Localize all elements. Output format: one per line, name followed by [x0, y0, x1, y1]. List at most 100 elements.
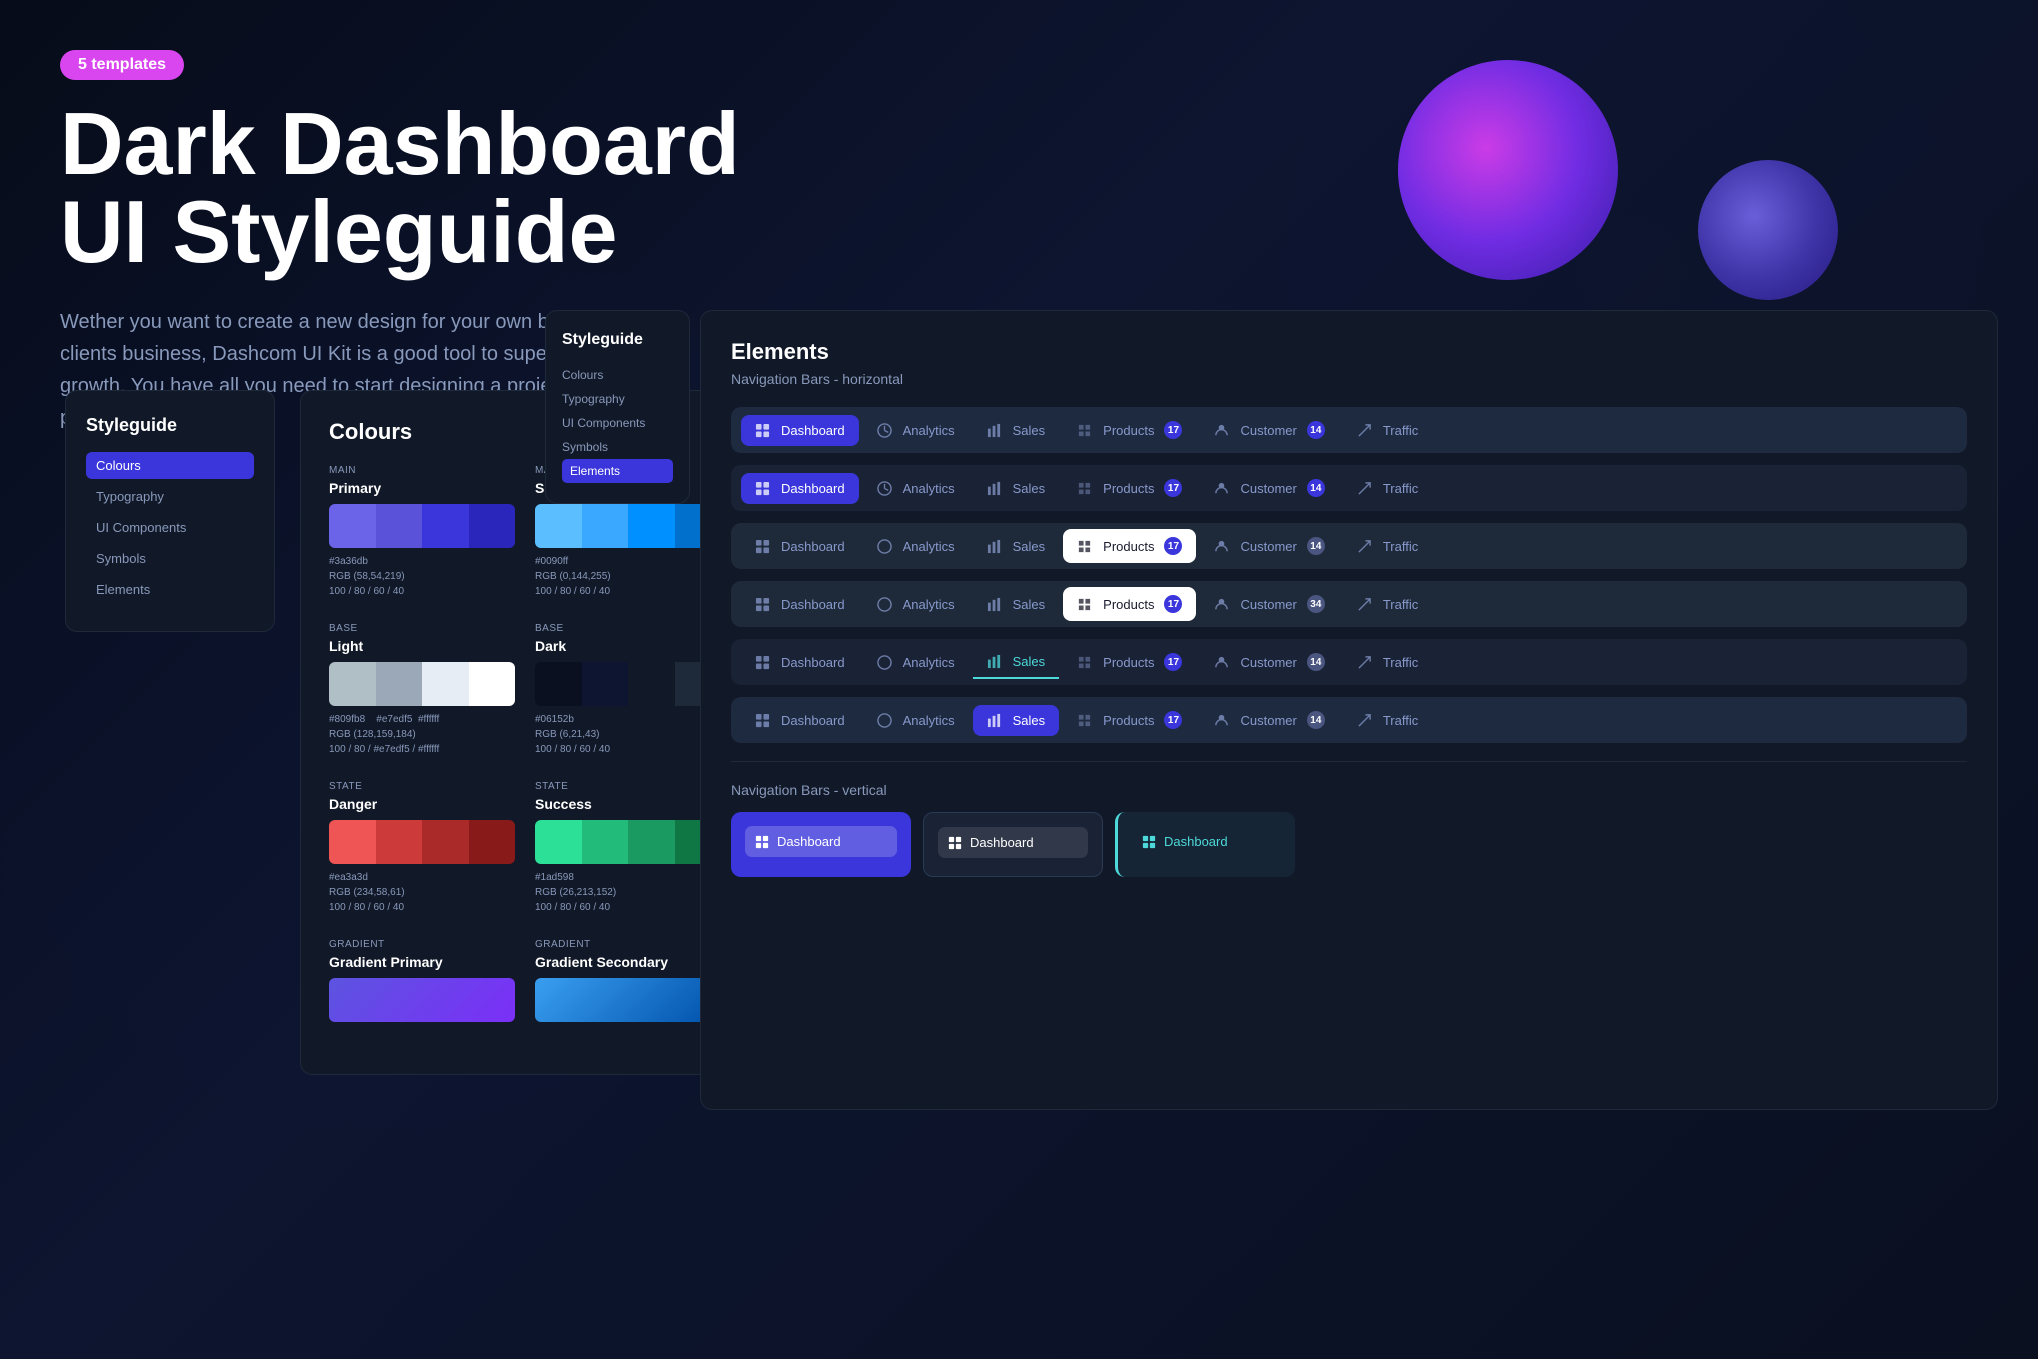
nav-item-traffic-5[interactable]: Traffic	[1343, 647, 1432, 678]
vert-item-dashboard-3[interactable]: Dashboard	[1132, 826, 1281, 857]
nav-item-products-4[interactable]: Products 17	[1063, 587, 1196, 621]
nav-item-customer-4[interactable]: Customer 34	[1200, 587, 1338, 621]
nav-bar-4: Dashboard Analytics Sales Products 17 Cu…	[731, 581, 1967, 627]
nav-item-products-2[interactable]: Products 17	[1063, 471, 1196, 505]
colour-dark: BASE Dark #06152bRGB (6,21,43)100 / 80 /…	[535, 623, 721, 757]
success-swatches	[535, 820, 721, 864]
nav-item-dashboard-3[interactable]: Dashboard	[741, 531, 859, 562]
colour-primary: MAIN Primary #3a36dbRGB (58,54,219)100 /…	[329, 465, 515, 599]
nav-bar-3: Dashboard Analytics Sales Products 17 Cu…	[731, 523, 1967, 569]
secondary-meta: #0090ffRGB (0,144,255)100 / 80 / 60 / 40	[535, 554, 721, 599]
colour-row-gradients: GRADIENT Gradient Primary GRADIENT Gradi…	[329, 939, 721, 1022]
menu-item-elements[interactable]: Elements	[562, 459, 673, 483]
swatch	[376, 504, 423, 548]
grad-primary-name: Gradient Primary	[329, 954, 515, 970]
sidebar-item-ui-components[interactable]: UI Components	[86, 514, 254, 541]
nav-item-traffic-2[interactable]: Traffic	[1343, 473, 1432, 504]
swatch	[329, 662, 376, 706]
vertical-nav-cards: Dashboard Dashboard Dashboard	[731, 812, 1967, 877]
nav-item-customer-2[interactable]: Customer 14	[1200, 471, 1338, 505]
colour-danger: STATE Danger #ea3a3dRGB (234,58,61)100 /…	[329, 781, 515, 915]
swatch	[582, 662, 629, 706]
nav-item-dashboard-1[interactable]: Dashboard	[741, 415, 859, 446]
grad-secondary-name: Gradient Secondary	[535, 954, 721, 970]
light-meta: #809fb8 #e7edf5 #ffffffRGB (128,159,184)…	[329, 712, 515, 757]
swatch	[628, 504, 675, 548]
swatch	[376, 820, 423, 864]
nav-item-customer-5[interactable]: Customer 14	[1200, 645, 1338, 679]
nav-item-sales-1[interactable]: Sales	[973, 415, 1060, 446]
colour-success: STATE Success #1ad598RGB (26,213,152)100…	[535, 781, 721, 915]
nav-item-analytics-2[interactable]: Analytics	[863, 473, 969, 504]
products-badge-4: 17	[1164, 595, 1182, 613]
nav-item-dashboard-4[interactable]: Dashboard	[741, 589, 859, 620]
nav-item-traffic-6[interactable]: Traffic	[1343, 705, 1432, 736]
sidebar-item-symbols[interactable]: Symbols	[86, 545, 254, 572]
nav-item-traffic-3[interactable]: Traffic	[1343, 531, 1432, 562]
success-label: STATE	[535, 781, 721, 792]
customer-badge-3: 14	[1307, 537, 1325, 555]
light-label: BASE	[329, 623, 515, 634]
colour-light: BASE Light #809fb8 #e7edf5 #ffffffRGB (1…	[329, 623, 515, 757]
nav-item-products-3[interactable]: Products 17	[1063, 529, 1196, 563]
nav-vertical-title: Navigation Bars - vertical	[731, 782, 1967, 798]
nav-item-customer-3[interactable]: Customer 14	[1200, 529, 1338, 563]
elements-panel: Elements Navigation Bars - horizontal Da…	[700, 310, 1998, 1110]
customer-badge-4: 34	[1307, 595, 1325, 613]
nav-item-sales-6[interactable]: Sales	[973, 705, 1060, 736]
nav-item-products-5[interactable]: Products 17	[1063, 645, 1196, 679]
menu-item-colours[interactable]: Colours	[562, 363, 673, 387]
nav-item-sales-4[interactable]: Sales	[973, 589, 1060, 620]
nav-bar-5: Dashboard Analytics Sales Products 17 Cu…	[731, 639, 1967, 685]
swatch	[469, 662, 516, 706]
nav-item-dashboard-5[interactable]: Dashboard	[741, 647, 859, 678]
nav-item-traffic-4[interactable]: Traffic	[1343, 589, 1432, 620]
nav-item-dashboard-2[interactable]: Dashboard	[741, 473, 859, 504]
swatch	[628, 662, 675, 706]
menu-item-symbols[interactable]: Symbols	[562, 435, 673, 459]
nav-item-traffic-1[interactable]: Traffic	[1343, 415, 1432, 446]
colour-gradient-primary: GRADIENT Gradient Primary	[329, 939, 515, 1022]
customer-badge-5: 14	[1307, 653, 1325, 671]
menu-item-ui-components[interactable]: UI Components	[562, 411, 673, 435]
swatch	[329, 978, 515, 1022]
sidebar-title: Styleguide	[86, 415, 254, 436]
vert-item-dashboard-2[interactable]: Dashboard	[938, 827, 1088, 858]
products-badge-3: 17	[1164, 537, 1182, 555]
nav-item-customer-6[interactable]: Customer 14	[1200, 703, 1338, 737]
elements-title: Elements	[731, 339, 1967, 365]
grad-primary-swatches	[329, 978, 515, 1022]
nav-item-analytics-6[interactable]: Analytics	[863, 705, 969, 736]
sidebar-item-elements[interactable]: Elements	[86, 576, 254, 603]
swatch	[535, 662, 582, 706]
vert-item-dashboard-1[interactable]: Dashboard	[745, 826, 897, 857]
colour-gradient-secondary: GRADIENT Gradient Secondary	[535, 939, 721, 1022]
nav-item-sales-3[interactable]: Sales	[973, 531, 1060, 562]
customer-badge-2: 14	[1307, 479, 1325, 497]
orb-large	[1398, 60, 1618, 280]
nav-item-customer-1[interactable]: Customer 14	[1200, 413, 1338, 447]
danger-name: Danger	[329, 796, 515, 812]
grad-primary-label: GRADIENT	[329, 939, 515, 950]
swatch	[535, 820, 582, 864]
customer-badge-6: 14	[1307, 711, 1325, 729]
nav-item-analytics-4[interactable]: Analytics	[863, 589, 969, 620]
products-badge-5: 17	[1164, 653, 1182, 671]
nav-item-dashboard-6[interactable]: Dashboard	[741, 705, 859, 736]
nav-item-products-1[interactable]: Products 17	[1063, 413, 1196, 447]
nav-item-sales-2[interactable]: Sales	[973, 473, 1060, 504]
sidebar-item-colours[interactable]: Colours	[86, 452, 254, 479]
nav-item-sales-5[interactable]: Sales	[973, 646, 1060, 679]
nav-item-analytics-3[interactable]: Analytics	[863, 531, 969, 562]
sidebar-item-typography[interactable]: Typography	[86, 483, 254, 510]
swatch	[582, 820, 629, 864]
swatch	[422, 504, 469, 548]
menu-item-typography[interactable]: Typography	[562, 387, 673, 411]
grad-secondary-swatches	[535, 978, 721, 1022]
main-container: 5 templates Dark DashboardUI Styleguide …	[0, 0, 2038, 1359]
nav-item-analytics-5[interactable]: Analytics	[863, 647, 969, 678]
vert-nav-card-1: Dashboard	[731, 812, 911, 877]
products-badge-2: 17	[1164, 479, 1182, 497]
nav-item-products-6[interactable]: Products 17	[1063, 703, 1196, 737]
nav-item-analytics-1[interactable]: Analytics	[863, 415, 969, 446]
